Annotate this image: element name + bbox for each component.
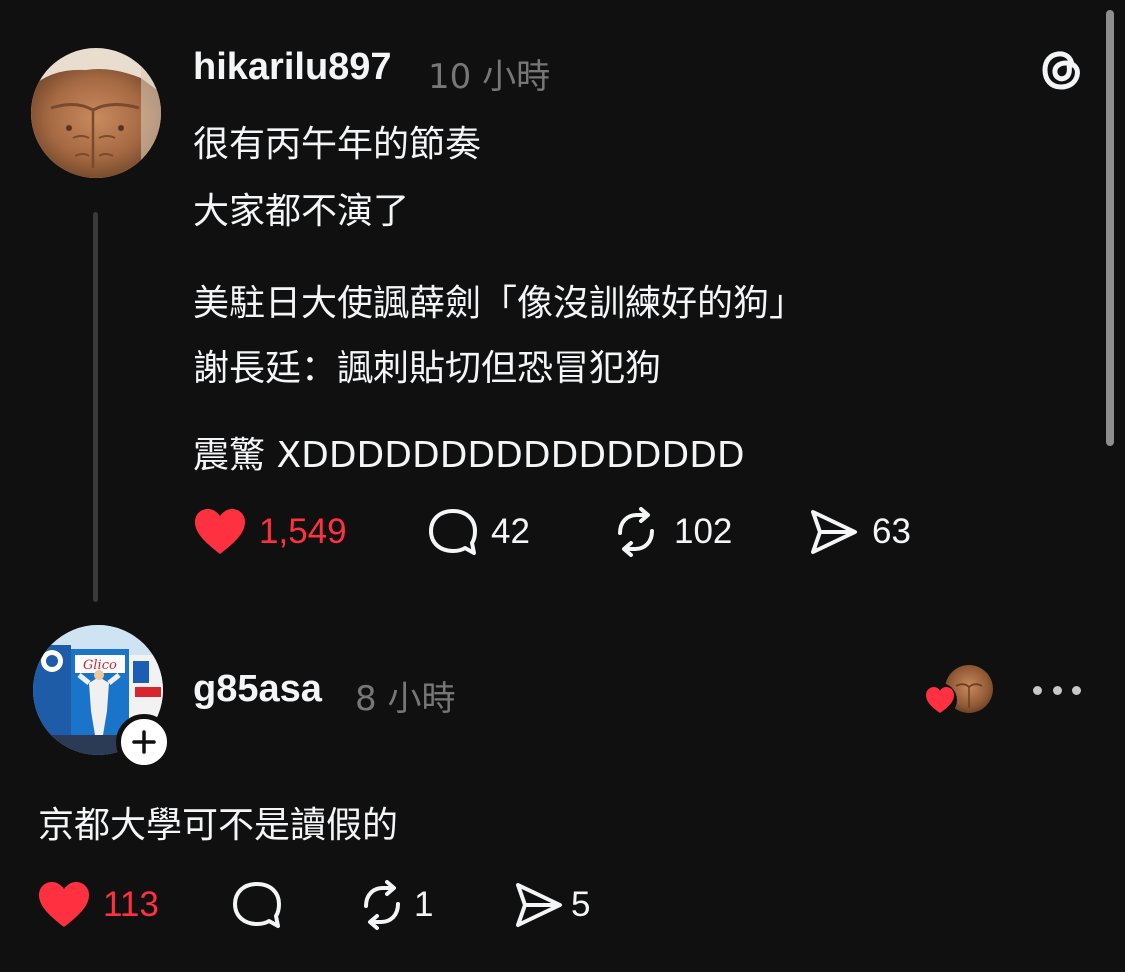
reply-comment-button[interactable]: [231, 880, 283, 930]
more-options-icon[interactable]: [1033, 678, 1081, 702]
plus-icon: [132, 730, 156, 754]
comment-bubble-icon: [429, 509, 477, 555]
post-text-line-4: 謝長廷：諷刺貼切但恐冒犯狗: [193, 348, 662, 389]
post-share-count: 63: [872, 512, 911, 551]
heart-icon: [39, 882, 89, 927]
reply-repost-count: 1: [414, 885, 434, 924]
comment-bubble-icon: [233, 882, 281, 928]
post-share-button[interactable]: 63: [808, 507, 911, 557]
thread-connector-line: [93, 212, 98, 602]
follow-button[interactable]: [116, 714, 172, 770]
post-text-line-2: 大家都不演了: [193, 191, 410, 232]
post-timestamp: 10 小時: [428, 57, 551, 97]
author-liked-indicator: [922, 664, 996, 718]
threads-logo-icon[interactable]: [1037, 43, 1085, 99]
heart-icon: [195, 509, 245, 554]
reply-share-count: 5: [571, 885, 591, 924]
share-send-icon: [811, 510, 857, 554]
post-text-line-3: 美駐日大使諷薛劍「像沒訓練好的狗」: [193, 283, 806, 324]
post-comment-button[interactable]: 42: [427, 507, 530, 557]
post-repost-button[interactable]: 102: [610, 507, 732, 557]
repost-icon: [618, 507, 654, 557]
post-username[interactable]: hikarilu897: [193, 46, 392, 89]
scrollbar-thumb[interactable]: [1106, 10, 1114, 446]
post-repost-count: 102: [674, 512, 733, 551]
share-send-icon: [516, 883, 562, 927]
post-text-line-5: 震驚 XDDDDDDDDDDDDDDDD: [193, 435, 745, 476]
reply-like-button[interactable]: 113: [37, 880, 159, 930]
reply-username[interactable]: g85asa: [193, 668, 322, 711]
reply-text: 京都大學可不是讀假的: [38, 805, 399, 846]
post-text-line-1: 很有丙午年的節奏: [193, 124, 482, 165]
post-like-button[interactable]: 1,549: [193, 507, 347, 557]
reply-timestamp: 8 小時: [355, 679, 456, 719]
post-like-count: 1,549: [259, 512, 347, 551]
reply-like-count: 113: [103, 885, 159, 924]
reply-share-button[interactable]: 5: [513, 880, 590, 930]
post-comment-count: 42: [491, 512, 530, 551]
repost-icon: [364, 880, 400, 930]
reply-repost-button[interactable]: 1: [356, 880, 433, 930]
post-author-avatar[interactable]: [31, 48, 161, 178]
avatar-image: [31, 48, 161, 178]
